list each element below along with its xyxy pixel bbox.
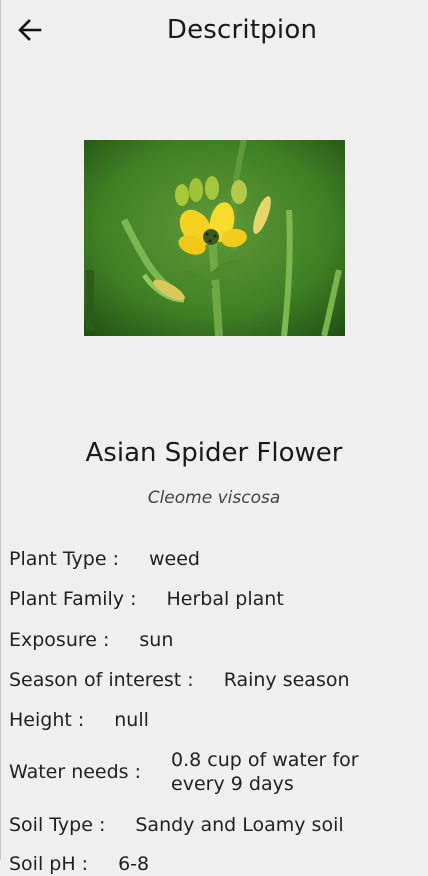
detail-value: 6-8 [118, 853, 150, 875]
page-title: Descritpion [166, 15, 318, 45]
plant-common-name: Asian Spider Flower [85, 438, 343, 468]
plant-photo [84, 140, 345, 336]
detail-value: null [114, 709, 149, 731]
detail-value: sun [139, 629, 174, 651]
detail-row-water-needs: Water needs : 0.8 cup of water for every… [9, 748, 417, 796]
detail-row-season: Season of interest : Rainy season [9, 668, 350, 692]
detail-label: Water needs : [9, 761, 142, 783]
detail-label: Soil pH : [9, 853, 89, 875]
detail-label: Height : [9, 709, 85, 731]
detail-value: weed [149, 548, 200, 570]
detail-label: Soil Type : [9, 814, 106, 836]
detail-row-soil-ph: Soil pH : 6-8 [9, 852, 149, 876]
detail-label: Season of interest : [9, 669, 194, 691]
left-edge-divider [0, 0, 1, 860]
detail-label: Plant Family : [9, 588, 137, 610]
detail-value: Herbal plant [166, 588, 284, 610]
detail-label: Plant Type : [9, 548, 119, 570]
app-header: Descritpion [0, 0, 428, 70]
detail-label: Exposure : [9, 629, 110, 651]
detail-row-height: Height : null [9, 708, 149, 732]
detail-value: 0.8 cup of water for every 9 days [171, 749, 359, 795]
detail-row-soil-type: Soil Type : Sandy and Loamy soil [9, 813, 344, 837]
detail-row-plant-type: Plant Type : weed [9, 547, 200, 571]
plant-scientific-name: Cleome viscosa [147, 488, 281, 508]
detail-value: Rainy season [223, 669, 350, 691]
detail-value: Sandy and Loamy soil [135, 814, 344, 836]
detail-row-exposure: Exposure : sun [9, 628, 173, 652]
detail-row-plant-family: Plant Family : Herbal plant [9, 587, 284, 611]
